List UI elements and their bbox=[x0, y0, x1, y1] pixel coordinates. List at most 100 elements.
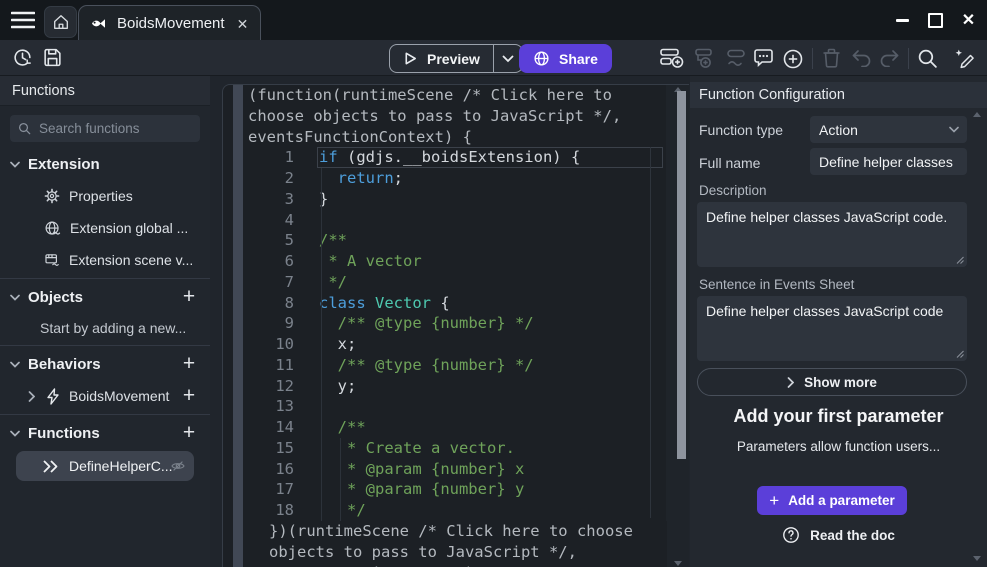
chevron-right-icon bbox=[787, 377, 794, 388]
code-footer-wrapper[interactable]: })(runtimeScene /* Click here to chooseo… bbox=[265, 521, 667, 567]
plus-icon: + bbox=[769, 492, 779, 509]
code-line[interactable]: 18 */ bbox=[244, 500, 667, 521]
code-line[interactable]: 11 /** @type {number} */ bbox=[244, 355, 667, 376]
editor-scrollbar-thumb[interactable] bbox=[677, 91, 686, 459]
events-sheet-scrollbar[interactable] bbox=[233, 85, 243, 567]
scene-variables-icon bbox=[44, 252, 60, 268]
sidebar-item-extension-global-variables[interactable]: Extension global ... bbox=[0, 212, 210, 244]
read-the-doc-link[interactable]: Read the doc bbox=[690, 526, 987, 544]
main-menu-icon[interactable] bbox=[11, 11, 35, 29]
code-line[interactable]: 6 * A vector bbox=[244, 251, 667, 272]
redo-icon[interactable] bbox=[879, 49, 900, 67]
code-line[interactable]: 10 x; bbox=[244, 334, 667, 355]
add-other-events-icon[interactable] bbox=[726, 48, 749, 69]
code-line[interactable]: 17 * @param {number} y bbox=[244, 479, 667, 500]
search-functions-box[interactable] bbox=[10, 115, 200, 142]
magic-edit-icon[interactable] bbox=[953, 47, 976, 70]
line-number: 1 bbox=[244, 147, 294, 168]
add-circle-icon[interactable] bbox=[783, 49, 803, 69]
tab-boidsmovement[interactable]: BoidsMovement ✕ bbox=[78, 5, 261, 41]
code-line[interactable]: 3} bbox=[244, 189, 667, 210]
sidebar-item-label: BoidsMovement bbox=[69, 388, 169, 404]
code-line[interactable]: 2 return; bbox=[244, 168, 667, 189]
sidebar-item-boidsmovement[interactable]: BoidsMovement + bbox=[0, 380, 210, 412]
line-number: 15 bbox=[244, 438, 294, 459]
sidebar-item-definehelperclasses-selected[interactable]: DefineHelperC... bbox=[16, 451, 194, 481]
globe-icon bbox=[533, 50, 550, 67]
line-number: 3 bbox=[244, 189, 294, 210]
home-tab[interactable] bbox=[44, 6, 77, 38]
code-line[interactable]: 9 /** @type {number} */ bbox=[244, 313, 667, 334]
full-name-input[interactable] bbox=[819, 154, 958, 170]
description-textarea[interactable]: Define helper classes JavaScript code. bbox=[697, 202, 967, 267]
history-icon[interactable] bbox=[12, 47, 33, 68]
panel-scroll-down-icon[interactable] bbox=[973, 556, 981, 561]
code-wrapper-line[interactable]: eventsFunctionContext) { bbox=[244, 127, 667, 148]
code-wrapper-line[interactable]: eventsFunctionContext); bbox=[265, 563, 667, 567]
undo-icon[interactable] bbox=[851, 49, 872, 67]
code-line[interactable]: 1if (gdjs.__boidsExtension) { bbox=[244, 147, 667, 168]
preview-options-button[interactable] bbox=[494, 45, 522, 72]
section-behaviors[interactable]: Behaviors + bbox=[0, 348, 210, 380]
add-event-icon[interactable] bbox=[660, 48, 686, 69]
line-number: 9 bbox=[244, 313, 294, 334]
function-type-select[interactable]: Action bbox=[810, 116, 967, 143]
tab-close-icon[interactable]: ✕ bbox=[237, 17, 249, 31]
description-area-wrap: Define helper classes JavaScript code. bbox=[697, 202, 967, 267]
add-parameter-button[interactable]: + Add a parameter bbox=[757, 486, 907, 515]
code-wrapper-line[interactable]: })(runtimeScene /* Click here to choose bbox=[265, 521, 667, 542]
code-line[interactable]: 5/** bbox=[244, 230, 667, 251]
comment-icon[interactable] bbox=[753, 49, 774, 68]
code-wrapper-line[interactable]: choose objects to pass to JavaScript */, bbox=[244, 106, 667, 127]
code-line[interactable]: 15 * Create a vector. bbox=[244, 438, 667, 459]
function-type-value: Action bbox=[819, 122, 858, 138]
double-chevron-icon bbox=[42, 460, 60, 473]
scroll-down-icon[interactable] bbox=[674, 561, 682, 566]
window-close-button[interactable]: ✕ bbox=[961, 13, 976, 28]
code-wrapper-line[interactable]: objects to pass to JavaScript */, bbox=[265, 542, 667, 563]
code-line[interactable]: 7 */ bbox=[244, 272, 667, 293]
sidebar-item-properties[interactable]: Properties bbox=[0, 180, 210, 212]
search-functions-input[interactable] bbox=[37, 120, 192, 137]
line-number: 4 bbox=[244, 210, 294, 231]
editor-scrollbar-track[interactable] bbox=[666, 85, 689, 567]
minimize-button[interactable] bbox=[895, 13, 910, 28]
line-number: 6 bbox=[244, 251, 294, 272]
save-icon[interactable] bbox=[42, 47, 63, 68]
gear-icon bbox=[44, 188, 60, 204]
code-line[interactable]: 13 bbox=[244, 396, 667, 417]
search-icon[interactable] bbox=[917, 48, 938, 69]
preview-button[interactable]: Preview bbox=[390, 45, 493, 72]
empty-state-title: Add your first parameter bbox=[690, 406, 987, 427]
globe-variables-icon bbox=[44, 220, 61, 237]
trash-icon[interactable] bbox=[822, 48, 841, 68]
section-extension[interactable]: Extension bbox=[0, 148, 210, 180]
js-code-editor[interactable]: (function(runtimeScene /* Click here toc… bbox=[244, 85, 667, 567]
description-label: Description bbox=[699, 183, 767, 198]
line-number: 18 bbox=[244, 500, 294, 521]
code-line[interactable]: 16 * @param {number} x bbox=[244, 459, 667, 480]
section-functions[interactable]: Functions + bbox=[0, 417, 210, 449]
panel-scroll-up-icon[interactable] bbox=[973, 112, 981, 117]
add-object-button[interactable]: + bbox=[178, 285, 200, 307]
sidebar-title: Functions bbox=[0, 76, 210, 106]
add-behavior-function-button[interactable]: + bbox=[178, 384, 200, 406]
maximize-button[interactable] bbox=[928, 13, 943, 28]
add-subevent-icon[interactable] bbox=[694, 48, 719, 69]
code-line[interactable]: 12 y; bbox=[244, 376, 667, 397]
code-line[interactable]: 4 bbox=[244, 210, 667, 231]
toolbar-divider bbox=[812, 48, 813, 69]
code-line[interactable]: 14 /** bbox=[244, 417, 667, 438]
section-objects[interactable]: Objects + bbox=[0, 281, 210, 313]
functions-sidebar: Functions Extension Properties Extension… bbox=[0, 76, 210, 567]
sidebar-item-extension-scene-variables[interactable]: Extension scene v... bbox=[0, 244, 210, 276]
chevron-right-icon[interactable] bbox=[28, 391, 38, 402]
add-behavior-button[interactable]: + bbox=[178, 352, 200, 374]
code-wrapper-line[interactable]: (function(runtimeScene /* Click here to bbox=[244, 85, 667, 106]
show-more-button[interactable]: Show more bbox=[697, 368, 967, 396]
sentence-textarea[interactable]: Define helper classes JavaScript code bbox=[697, 296, 967, 361]
share-button[interactable]: Share bbox=[519, 44, 612, 73]
home-icon bbox=[52, 13, 70, 31]
add-function-button[interactable]: + bbox=[178, 421, 200, 443]
code-line[interactable]: 8class Vector { bbox=[244, 293, 667, 314]
